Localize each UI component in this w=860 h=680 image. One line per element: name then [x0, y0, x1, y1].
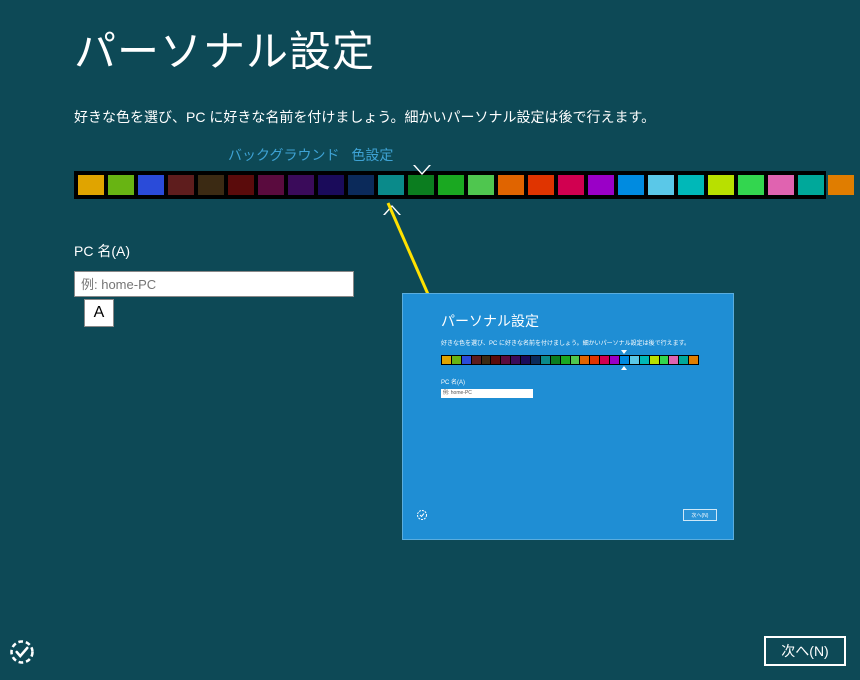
color-swatch-13[interactable]	[468, 175, 494, 195]
preview-swatch	[521, 356, 530, 364]
color-swatch-0[interactable]	[78, 175, 104, 195]
preview-swatch	[580, 356, 589, 364]
preview-swatch	[590, 356, 599, 364]
color-swatch-18[interactable]	[618, 175, 644, 195]
color-swatch-11[interactable]	[408, 175, 434, 195]
preview-swatch	[472, 356, 481, 364]
color-swatch-5[interactable]	[228, 175, 254, 195]
preview-swatch	[482, 356, 491, 364]
page-title: パーソナル設定	[0, 0, 860, 79]
preview-swatch	[571, 356, 580, 364]
preview-swatch	[511, 356, 520, 364]
color-swatch-22[interactable]	[738, 175, 764, 195]
color-swatch-25[interactable]	[828, 175, 854, 195]
color-swatch-2[interactable]	[138, 175, 164, 195]
color-swatch-19[interactable]	[648, 175, 674, 195]
preview-swatch	[561, 356, 570, 364]
pointer-top-icon	[413, 165, 431, 175]
preview-swatch	[630, 356, 639, 364]
color-picker-section: バックグラウンド 色設定	[0, 127, 860, 199]
color-swatch-8[interactable]	[318, 175, 344, 195]
preview-pc-name-input: 例: home-PC	[441, 389, 533, 398]
preview-pointer-top-icon	[621, 350, 627, 354]
preview-swatch	[541, 356, 550, 364]
preview-swatch	[679, 356, 688, 364]
color-swatch-6[interactable]	[258, 175, 284, 195]
preview-swatch	[551, 356, 560, 364]
preview-swatch	[640, 356, 649, 364]
preview-swatch	[462, 356, 471, 364]
preview-ease-of-access-icon	[416, 509, 428, 521]
next-button[interactable]: 次へ(N)	[764, 636, 846, 666]
preview-swatch	[650, 356, 659, 364]
color-swatch-24[interactable]	[798, 175, 824, 195]
preview-next-button: 次へ(N)	[683, 509, 717, 521]
pc-name-section: PC 名(A) A	[0, 199, 860, 297]
color-labels: バックグラウンド 色設定	[228, 145, 860, 165]
preview-pc-name-label: PC 名(A)	[403, 365, 733, 386]
preview-pointer-bottom-icon	[621, 366, 627, 370]
color-strip[interactable]	[74, 171, 826, 199]
color-swatch-15[interactable]	[528, 175, 554, 195]
color-swatch-3[interactable]	[168, 175, 194, 195]
pc-name-label: PC 名(A)	[74, 241, 860, 261]
instructions-text: 好きな色を選び、PC に好きな名前を付けましょう。細かいパーソナル設定は後で行え…	[0, 79, 860, 127]
ime-badge: A	[84, 299, 114, 327]
preview-swatch	[452, 356, 461, 364]
pointer-bottom-icon	[383, 205, 401, 215]
color-swatch-9[interactable]	[348, 175, 374, 195]
accent-label: 色設定	[351, 147, 393, 163]
background-label: バックグラウンド	[228, 147, 339, 163]
preview-swatch	[669, 356, 678, 364]
color-swatch-1[interactable]	[108, 175, 134, 195]
preview-swatch	[610, 356, 619, 364]
preview-swatch	[491, 356, 500, 364]
ease-of-access-icon[interactable]	[8, 638, 36, 666]
color-swatch-12[interactable]	[438, 175, 464, 195]
color-swatch-23[interactable]	[768, 175, 794, 195]
preview-color-strip	[441, 355, 699, 365]
color-swatch-14[interactable]	[498, 175, 524, 195]
preview-title: パーソナル設定	[403, 294, 733, 331]
preview-thumbnail: パーソナル設定 好きな色を選び、PC に好きな名前を付けましょう。細かいパーソナ…	[402, 293, 734, 540]
color-swatch-10[interactable]	[378, 175, 404, 195]
color-swatch-20[interactable]	[678, 175, 704, 195]
preview-swatch	[660, 356, 669, 364]
pc-name-input[interactable]	[74, 271, 354, 297]
preview-instructions: 好きな色を選び、PC に好きな名前を付けましょう。細かいパーソナル設定は後で行え…	[403, 331, 733, 347]
color-swatch-7[interactable]	[288, 175, 314, 195]
color-swatch-16[interactable]	[558, 175, 584, 195]
preview-swatch	[620, 356, 629, 364]
preview-swatch	[531, 356, 540, 364]
preview-swatch	[600, 356, 609, 364]
preview-swatch	[501, 356, 510, 364]
color-swatch-17[interactable]	[588, 175, 614, 195]
color-swatch-4[interactable]	[198, 175, 224, 195]
preview-swatch	[689, 356, 698, 364]
color-swatch-21[interactable]	[708, 175, 734, 195]
preview-swatch	[442, 356, 451, 364]
